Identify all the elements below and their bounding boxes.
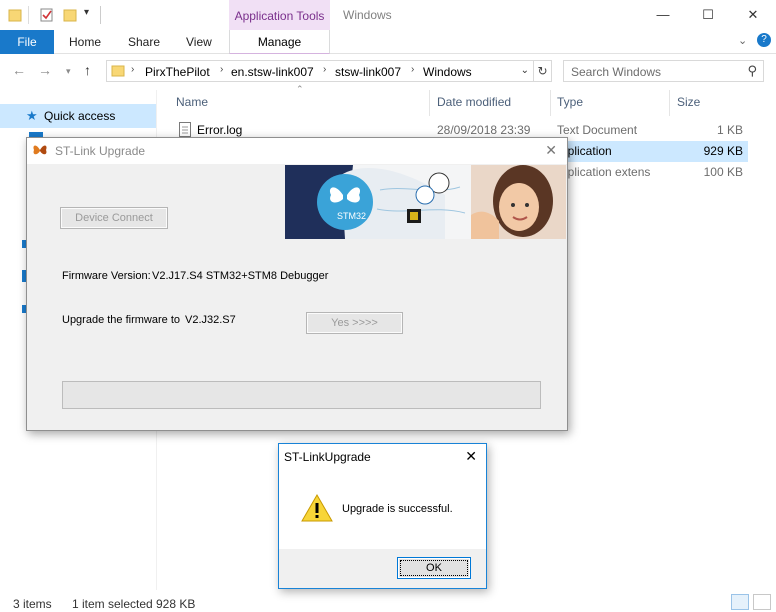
- message-box-title-bar: ST-LinkUpgrade ✕: [279, 444, 486, 469]
- file-date: 28/09/2018 23:39: [437, 123, 531, 137]
- tab-share[interactable]: Share: [128, 30, 160, 54]
- upgrade-success-message-box: ST-LinkUpgrade ✕ Upgrade is successful. …: [278, 443, 487, 589]
- chevron-right-icon[interactable]: ›: [323, 64, 326, 75]
- breadcrumb-item[interactable]: en.stsw-link007: [231, 65, 314, 79]
- file-type: pplication: [561, 144, 612, 158]
- folder-icon[interactable]: [8, 7, 22, 23]
- context-tab-application-tools[interactable]: Application Tools: [229, 0, 330, 30]
- upgrade-progress-bar: [62, 381, 541, 409]
- close-button[interactable]: ✕: [738, 4, 768, 26]
- ribbon-tabs: File Home Share View Manage ⌄ ?: [0, 30, 776, 54]
- firmware-version-value: V2.J17.S4 STM32+STM8 Debugger: [152, 270, 329, 282]
- butterfly-app-icon: [33, 145, 47, 155]
- column-header-date[interactable]: Date modified: [437, 95, 511, 109]
- maximize-button[interactable]: ☐: [693, 4, 723, 26]
- details-view-icon[interactable]: [731, 594, 749, 610]
- file-size: 929 KB: [703, 144, 743, 158]
- nav-item-label: Quick access: [44, 109, 116, 123]
- file-name: Error.log: [197, 123, 243, 137]
- column-header-size[interactable]: Size: [677, 95, 700, 109]
- new-folder-icon[interactable]: [63, 7, 77, 23]
- status-selected-size: 928 KB: [156, 597, 196, 611]
- message-box-close-icon[interactable]: ✕: [465, 448, 477, 465]
- status-item-count: 3 items: [13, 597, 52, 611]
- up-arrow-icon[interactable]: ↑: [84, 62, 91, 78]
- dialog-title-bar: ST-Link Upgrade ✕: [27, 138, 567, 164]
- qa-customize-icon[interactable]: ▾: [84, 7, 89, 18]
- search-input[interactable]: Search Windows: [571, 65, 661, 79]
- file-size: 100 KB: [703, 165, 743, 179]
- sort-ascending-icon: ⌃: [296, 84, 304, 94]
- column-header-name[interactable]: Name: [176, 95, 208, 109]
- ok-button[interactable]: OK: [397, 557, 471, 579]
- message-box-body: Upgrade is successful.: [279, 469, 486, 549]
- dialog-title: ST-Link Upgrade: [55, 144, 146, 158]
- minimize-button[interactable]: —: [648, 4, 678, 26]
- chevron-right-icon[interactable]: ›: [220, 64, 223, 75]
- breadcrumb-item[interactable]: PirxThePilot: [145, 65, 210, 79]
- nav-item-quick-access[interactable]: ★ Quick access: [0, 104, 156, 128]
- file-type: Text Document: [557, 123, 638, 137]
- stlink-upgrade-dialog: ST-Link Upgrade ✕ STM32 Device Connect F…: [26, 137, 568, 431]
- status-bar: 3 items 1 item selected 928 KB: [0, 594, 776, 612]
- yes-upgrade-button[interactable]: Yes >>>>: [306, 312, 403, 334]
- column-header-type[interactable]: Type: [557, 95, 583, 109]
- file-type: pplication extens: [561, 165, 651, 179]
- tab-file[interactable]: File: [0, 30, 54, 54]
- upgrade-target-label: Upgrade the firmware to: [62, 314, 180, 326]
- tab-home[interactable]: Home: [69, 30, 101, 54]
- firmware-version-label: Firmware Version:: [62, 270, 151, 282]
- back-arrow-icon[interactable]: ←: [12, 62, 26, 78]
- forward-arrow-icon[interactable]: →: [38, 62, 52, 78]
- properties-icon[interactable]: [40, 7, 54, 23]
- refresh-icon[interactable]: ↻: [534, 60, 552, 82]
- stm32-banner-graphic: STM32: [285, 165, 566, 239]
- tab-view[interactable]: View: [186, 30, 212, 54]
- column-divider[interactable]: [429, 90, 430, 116]
- chevron-right-icon[interactable]: ›: [131, 64, 134, 75]
- text-file-icon: [179, 122, 191, 137]
- column-divider[interactable]: [669, 90, 670, 116]
- breadcrumb-item[interactable]: Windows: [423, 65, 472, 79]
- qa-divider: [28, 6, 29, 24]
- device-connect-button[interactable]: Device Connect: [60, 207, 168, 229]
- upgrade-target-value: V2.J32.S7: [185, 314, 236, 326]
- address-bar[interactable]: › PirxThePilot › en.stsw-link007 › stsw-…: [106, 60, 534, 82]
- ok-button-label: OK: [426, 562, 442, 574]
- recent-locations-icon[interactable]: ▾: [66, 66, 71, 77]
- ribbon-expand-icon[interactable]: ⌄: [738, 34, 747, 47]
- large-icons-view-icon[interactable]: [753, 594, 771, 610]
- folder-icon: [111, 65, 125, 77]
- breadcrumb-item[interactable]: stsw-link007: [335, 65, 401, 79]
- message-box-title: ST-LinkUpgrade: [284, 450, 371, 464]
- message-box-text: Upgrade is successful.: [342, 503, 453, 515]
- tab-manage[interactable]: Manage: [229, 30, 330, 54]
- title-bar: ▾ Application Tools Windows — ☐ ✕: [0, 0, 776, 32]
- help-icon[interactable]: ?: [757, 33, 771, 47]
- st-banner-image: STM32: [285, 165, 566, 239]
- explorer-window: ▾ Application Tools Windows — ☐ ✕ File H…: [0, 0, 776, 612]
- warning-icon: [301, 493, 333, 522]
- column-divider[interactable]: [550, 90, 551, 116]
- search-box[interactable]: Search Windows ⚲: [563, 60, 764, 82]
- dialog-close-icon[interactable]: ✕: [545, 142, 557, 159]
- address-dropdown-icon[interactable]: ⌄: [521, 65, 529, 76]
- qa-divider: [100, 6, 101, 24]
- chevron-right-icon[interactable]: ›: [411, 64, 414, 75]
- star-icon: ★: [26, 108, 38, 123]
- search-icon[interactable]: ⚲: [747, 63, 757, 79]
- status-selected-count: 1 item selected: [72, 597, 153, 611]
- stm32-logo-text: STM32: [337, 211, 366, 221]
- window-title: Windows: [343, 8, 392, 22]
- file-size: 1 KB: [716, 123, 743, 137]
